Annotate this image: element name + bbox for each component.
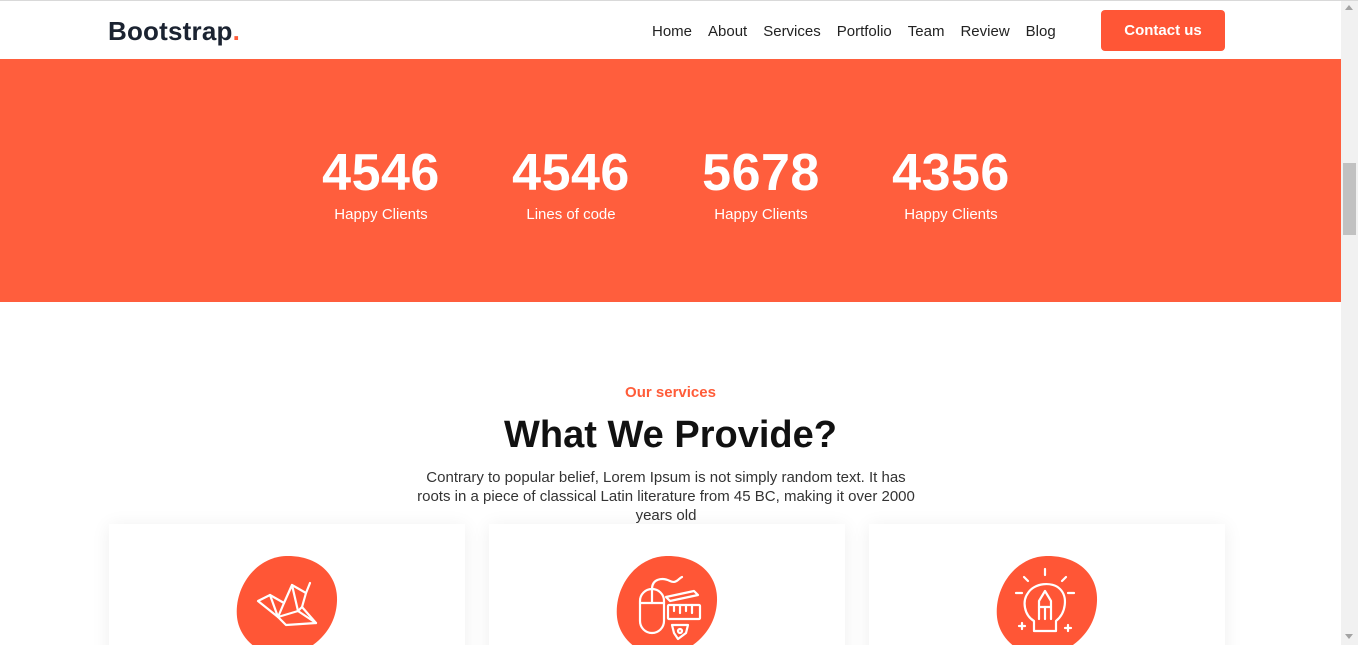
nav-link-portfolio[interactable]: Portfolio (837, 21, 892, 43)
stat-item: 4356 Happy Clients (871, 143, 1031, 225)
service-card[interactable] (109, 524, 465, 645)
nav-link-home[interactable]: Home (652, 21, 692, 43)
stat-value: 4546 (322, 144, 440, 202)
browser-viewport: Bootstrap. Home About Services Portfolio… (0, 1, 1341, 645)
nav-link-team[interactable]: Team (908, 21, 945, 43)
stat-label: Happy Clients (334, 206, 428, 223)
origami-crane-icon (236, 555, 338, 645)
stat-label: Lines of code (526, 206, 616, 223)
nav-link-about[interactable]: About (708, 21, 747, 43)
contact-us-button[interactable]: Contact us (1101, 10, 1225, 51)
services-description: Contrary to popular belief, Lorem Ipsum … (417, 469, 915, 524)
stat-value: 4546 (512, 144, 630, 202)
service-card[interactable] (869, 524, 1225, 645)
stat-value: 5678 (702, 144, 820, 202)
service-card[interactable] (489, 524, 845, 645)
services-eyebrow: Our services (625, 384, 716, 401)
stat-item: 4546 Lines of code (491, 143, 651, 225)
stat-label: Happy Clients (904, 206, 998, 223)
nav-link-services[interactable]: Services (763, 21, 821, 43)
brand-logo[interactable]: Bootstrap. (108, 16, 240, 47)
brand-name: Bootstrap (108, 16, 233, 46)
services-heading: What We Provide? (504, 414, 837, 456)
scroll-down-arrow-icon[interactable] (1345, 634, 1353, 639)
stat-value: 4356 (892, 144, 1010, 202)
lightbulb-pencil-icon (996, 555, 1098, 645)
stat-label: Happy Clients (714, 206, 808, 223)
nav-link-blog[interactable]: Blog (1026, 21, 1056, 43)
page-scrollbar[interactable] (1341, 1, 1358, 645)
nav-links: Home About Services Portfolio Team Revie… (652, 21, 1072, 43)
page: Bootstrap. Home About Services Portfolio… (0, 0, 1358, 645)
stat-item: 5678 Happy Clients (681, 143, 841, 225)
scrollbar-thumb[interactable] (1343, 163, 1356, 235)
scroll-up-arrow-icon[interactable] (1345, 5, 1353, 10)
navbar: Bootstrap. Home About Services Portfolio… (0, 1, 1341, 59)
stat-item: 4546 Happy Clients (301, 143, 461, 225)
stats-section: 4546 Happy Clients 4546 Lines of code 56… (0, 59, 1341, 302)
mouse-design-tools-icon (616, 555, 718, 645)
brand-dot: . (232, 16, 241, 46)
nav-link-review[interactable]: Review (960, 21, 1009, 43)
